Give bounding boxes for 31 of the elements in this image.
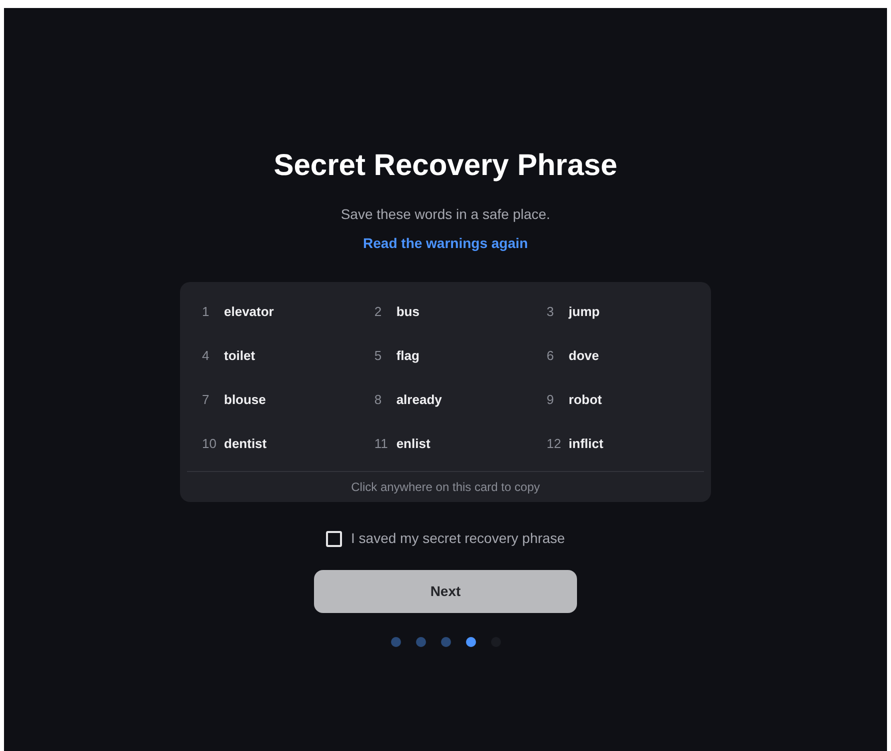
phrase-word: elevator bbox=[224, 303, 274, 322]
word-number: 2 bbox=[374, 303, 383, 322]
phrase-word: enlist bbox=[396, 435, 430, 454]
word-number: 1 bbox=[202, 303, 210, 322]
phrase-word: inflict bbox=[568, 435, 604, 454]
page-title: Secret Recovery Phrase bbox=[274, 148, 618, 184]
word-number: 11 bbox=[374, 435, 389, 454]
word-number: 6 bbox=[546, 347, 555, 366]
word-number: 4 bbox=[202, 347, 210, 366]
phrase-word: toilet bbox=[224, 347, 256, 366]
word-number: 7 bbox=[202, 391, 210, 410]
copy-hint: Click anywhere on this card to copy bbox=[351, 479, 540, 496]
word-number: 8 bbox=[374, 391, 383, 410]
phrase-word: flag bbox=[396, 347, 420, 366]
word-number: 5 bbox=[374, 347, 383, 366]
word-number: 3 bbox=[546, 303, 555, 322]
subtitle: Save these words in a safe place. bbox=[340, 205, 550, 224]
phrase-word: already bbox=[396, 391, 442, 410]
phrase-word: dentist bbox=[224, 435, 267, 454]
checkbox-label: I saved my secret recovery phrase bbox=[351, 529, 565, 548]
phrase-word: blouse bbox=[224, 391, 266, 410]
word-number: 9 bbox=[546, 391, 555, 410]
phrase-word: bus bbox=[396, 303, 420, 322]
word-number: 10 bbox=[202, 435, 217, 454]
checkbox[interactable] bbox=[326, 530, 342, 546]
phrase-word: robot bbox=[568, 391, 602, 410]
word-number: 12 bbox=[546, 435, 562, 454]
warnings-link[interactable]: Read the warnings again bbox=[363, 233, 528, 253]
phrase-card[interactable]: 1 elevator 2 bus 3 jump 4 toilet 5 flag 6 dove 7 blouse 8 already 9 robot 10 dentist 11 enlist 12 inflict Click anywhere on this card to copy bbox=[180, 282, 711, 502]
phrase-word: dove bbox=[568, 347, 599, 366]
phrase-word: jump bbox=[568, 303, 600, 322]
